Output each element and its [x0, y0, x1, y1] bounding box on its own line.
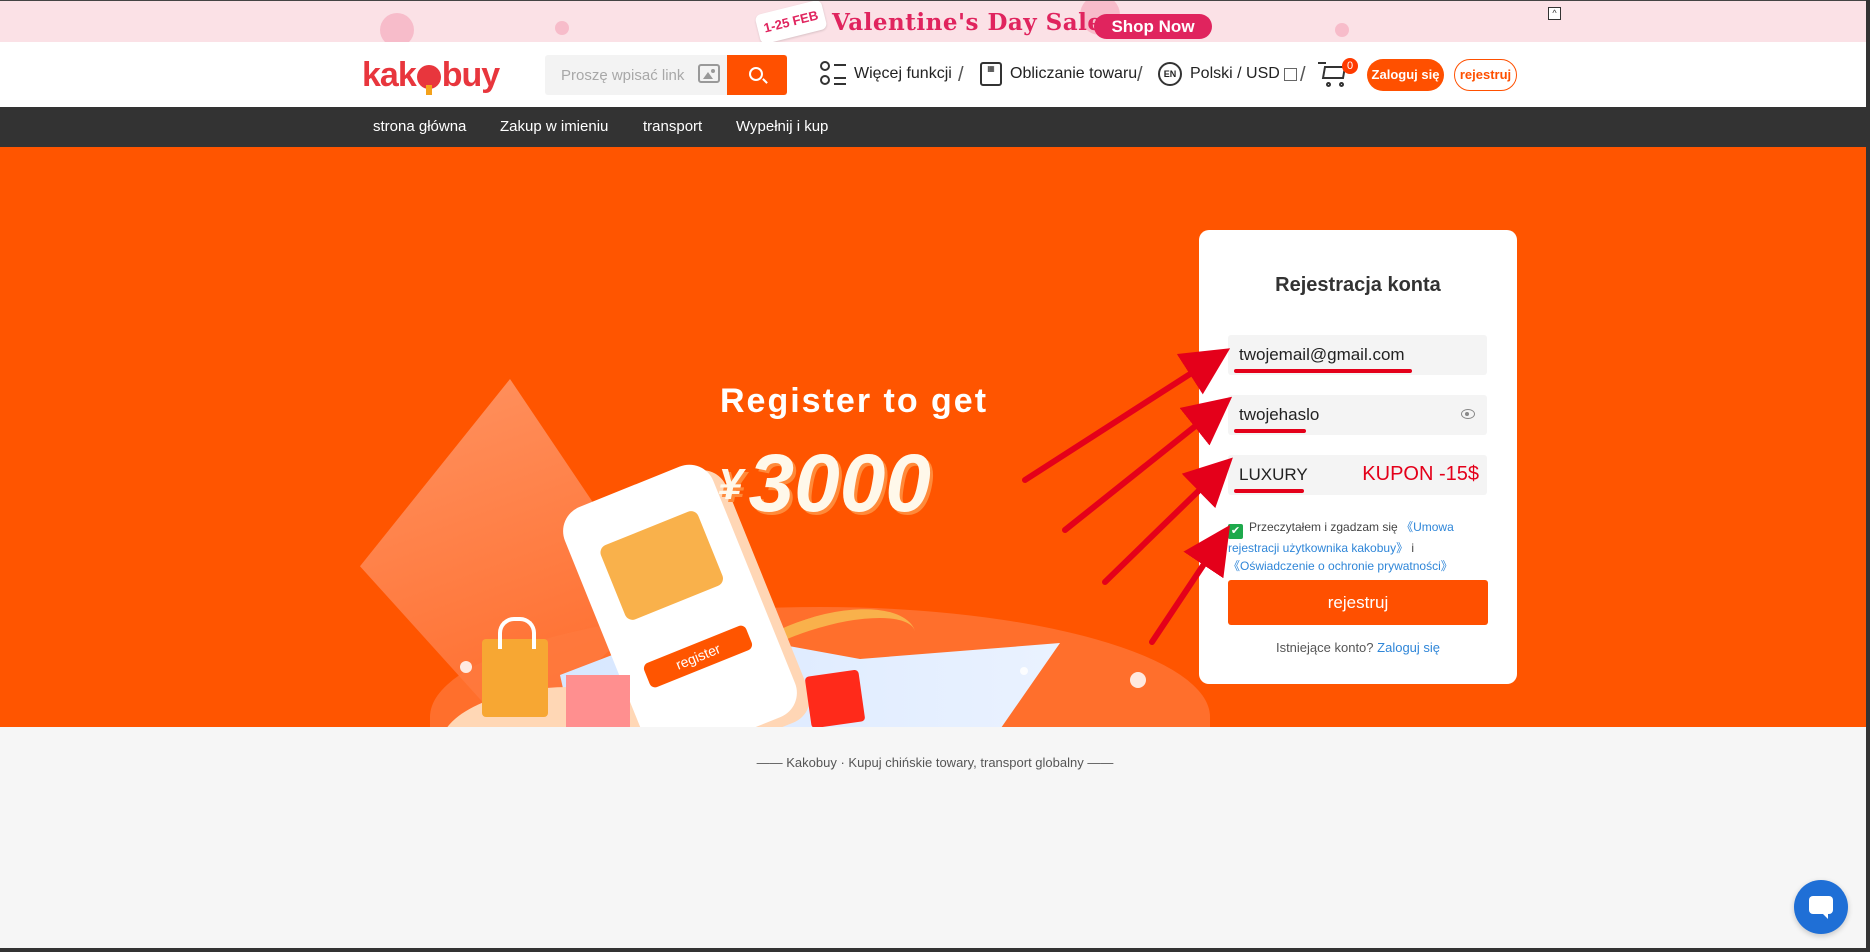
agree-and: i	[1411, 541, 1415, 555]
logo-text-ak: ak	[379, 56, 417, 94]
logo-text-buy: buy	[441, 56, 500, 94]
shopping-bag-icon	[482, 617, 548, 717]
shop-now-button[interactable]: Shop Now	[1094, 14, 1212, 39]
hero-banner: register Register to get ¥3000	[0, 147, 1870, 727]
nav-item-proxy-purchase[interactable]: Zakup w imieniu	[500, 107, 608, 147]
heart-decoration	[380, 13, 414, 42]
site-header: kakbuy Więcej funkcji / ▦ Obliczanie tow…	[0, 42, 1870, 107]
search-button[interactable]	[727, 55, 787, 95]
kakobuy-logo[interactable]: kak buy	[362, 56, 500, 95]
phone-register-label: register	[642, 623, 754, 690]
chat-bubble-icon	[1809, 896, 1833, 919]
annotation-underline	[1234, 369, 1412, 373]
password-field-wrapper	[1228, 395, 1487, 435]
phone-screen	[598, 508, 726, 623]
nav-item-home[interactable]: strona główna	[373, 107, 466, 147]
heart-decoration	[1335, 23, 1349, 37]
dot-decoration	[1020, 667, 1028, 675]
collapse-banner-icon[interactable]: ^	[1548, 7, 1561, 20]
search-icon	[749, 67, 763, 81]
cart-count-badge: 0	[1342, 58, 1358, 74]
footer-tagline: —— Kakobuy · Kupuj chińskie towary, tran…	[756, 755, 1114, 770]
separator: /	[958, 64, 964, 86]
gift-box-icon	[566, 675, 630, 727]
promo-banner[interactable]: 1-25 FEB Valentine's Day Sale Shop Now ^	[0, 0, 1870, 42]
currency-symbol: ¥	[718, 460, 743, 509]
promo-date-badge: 1-25 FEB	[754, 1, 828, 42]
red-envelope-icon	[804, 669, 866, 727]
nav-item-fill-and-buy[interactable]: Wypełnij i kup	[736, 107, 828, 147]
calc-goods-label: Obliczanie towaru	[1010, 65, 1138, 82]
dot-decoration	[1130, 672, 1146, 688]
more-features-menu[interactable]: Więcej funkcji	[820, 58, 952, 90]
window-border	[1866, 0, 1870, 952]
login-link[interactable]: Zaloguj się	[1377, 640, 1440, 655]
annotation-underline	[1234, 429, 1306, 433]
nav-item-transport[interactable]: transport	[643, 107, 702, 147]
logo-text-k: k	[362, 56, 381, 94]
hero-amount: ¥3000	[718, 437, 931, 531]
register-header-button[interactable]: rejestruj	[1454, 59, 1517, 91]
heart-decoration	[555, 21, 569, 35]
more-features-label: Więcej funkcji	[854, 65, 952, 82]
language-badge: EN	[1158, 62, 1182, 86]
calculator-icon: ▦	[980, 62, 1002, 86]
agree-text: Przeczytałem i zgadzam się	[1249, 520, 1398, 534]
qr-code-icon	[1283, 67, 1297, 81]
existing-account-text: Istniejące konto?	[1275, 640, 1374, 655]
dot-decoration	[460, 661, 472, 673]
promo-title: Valentine's Day Sale	[832, 9, 1103, 36]
image-search-icon[interactable]	[698, 64, 720, 83]
agree-checkbox[interactable]: ✔	[1228, 524, 1243, 539]
separator: /	[1137, 64, 1143, 86]
terms-agreement: ✔ Przeczytałem i zgadzam się 《Umowa rejes…	[1228, 518, 1498, 575]
coupon-field-wrapper: KUPON -15$	[1228, 455, 1487, 495]
language-currency-selector[interactable]: EN Polski / USD	[1158, 58, 1297, 90]
coupon-annotation: KUPON -15$	[1362, 463, 1479, 485]
main-nav: strona główna Zakup w imieniu transport …	[0, 107, 1870, 147]
hero-headline: Register to get	[720, 382, 989, 420]
email-field-wrapper	[1228, 335, 1487, 375]
show-password-icon[interactable]	[1461, 409, 1475, 419]
registration-title: Rejestracja konta	[1275, 274, 1441, 296]
page-footer: —— Kakobuy · Kupuj chińskie towary, tran…	[0, 727, 1870, 952]
language-currency-label: Polski / USD	[1190, 65, 1280, 82]
apps-grid-icon	[820, 61, 846, 87]
amount-value: 3000	[748, 438, 931, 529]
registration-card: Rejestracja konta KUPON -15$ ✔ Przeczytał…	[1199, 230, 1517, 684]
register-submit-button[interactable]: rejestruj	[1228, 580, 1488, 625]
login-button[interactable]: Zaloguj się	[1367, 59, 1444, 91]
lantern-icon	[416, 65, 441, 95]
annotation-underline	[1234, 489, 1304, 493]
chat-button[interactable]	[1794, 880, 1848, 934]
window-border	[0, 948, 1870, 952]
privacy-policy-link[interactable]: 《Oświadczenie o ochronie prywatności》	[1228, 559, 1453, 573]
existing-account: Istniejące konto? Zaloguj się	[1199, 640, 1517, 655]
separator: /	[1300, 64, 1306, 86]
calc-goods-link[interactable]: ▦ Obliczanie towaru	[980, 58, 1137, 90]
